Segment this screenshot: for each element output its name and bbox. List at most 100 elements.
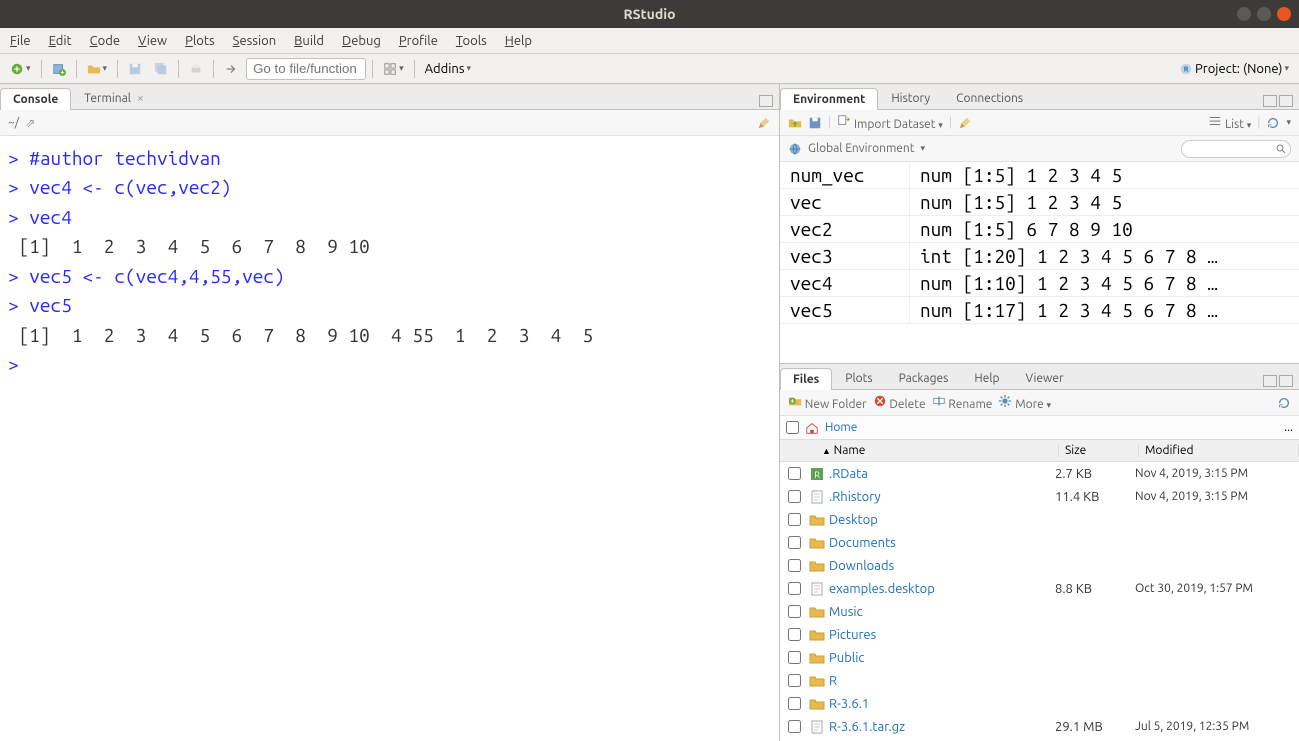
env-search-input[interactable] [1181, 140, 1291, 158]
file-checkbox[interactable] [788, 559, 801, 572]
col-modified[interactable]: Modified [1139, 444, 1299, 457]
tab-connections[interactable]: Connections [943, 87, 1036, 109]
menu-tools[interactable]: Tools [456, 34, 487, 48]
env-row[interactable]: vecnum [1:5] 1 2 3 4 5 [780, 189, 1299, 216]
console-output[interactable]: > #author techvidvan> vec4 <- c(vec,vec2… [0, 136, 779, 741]
save-all-button[interactable] [150, 60, 172, 78]
menu-help[interactable]: Help [505, 34, 532, 48]
file-checkbox[interactable] [788, 513, 801, 526]
env-scope-label[interactable]: Global Environment [808, 142, 915, 155]
broom-icon[interactable] [757, 116, 771, 130]
maximize-button[interactable] [1257, 7, 1271, 21]
addins-button[interactable]: Addins ▾ [421, 60, 475, 78]
import-dataset-button[interactable]: Import Dataset ▾ [837, 114, 943, 131]
menu-profile[interactable]: Profile [399, 34, 438, 48]
pane-maximize-button[interactable] [1279, 375, 1293, 387]
file-checkbox[interactable] [788, 467, 801, 480]
close-icon[interactable]: × [137, 92, 144, 105]
file-name[interactable]: R [829, 674, 1055, 688]
env-row[interactable]: vec2num [1:5] 6 7 8 9 10 [780, 216, 1299, 243]
file-row[interactable]: Desktop [780, 508, 1299, 531]
view-mode-button[interactable]: List ▾ [1208, 114, 1251, 131]
file-name[interactable]: .Rhistory [829, 490, 1055, 504]
tab-help[interactable]: Help [961, 367, 1012, 389]
file-checkbox[interactable] [788, 697, 801, 710]
tab-history[interactable]: History [878, 87, 943, 109]
pane-maximize-button[interactable] [1279, 95, 1293, 107]
pane-minimize-button[interactable] [1263, 95, 1277, 107]
pane-maximize-button[interactable] [759, 95, 773, 107]
select-all-checkbox[interactable] [786, 421, 799, 434]
tab-files[interactable]: Files [780, 368, 832, 390]
goto-button[interactable] [220, 60, 242, 78]
new-project-button[interactable] [48, 60, 70, 78]
file-checkbox[interactable] [788, 605, 801, 618]
goto-file-input[interactable] [246, 58, 366, 80]
file-row[interactable]: R.RData2.7 KBNov 4, 2019, 3:15 PM [780, 462, 1299, 485]
file-checkbox[interactable] [788, 651, 801, 664]
file-name[interactable]: Pictures [829, 628, 1055, 642]
file-row[interactable]: Pictures [780, 623, 1299, 646]
refresh-icon[interactable] [1277, 396, 1291, 410]
file-name[interactable]: Music [829, 605, 1055, 619]
delete-button[interactable]: Delete [873, 394, 926, 411]
file-row[interactable]: R-3.6.1.tar.gz29.1 MBJul 5, 2019, 12:35 … [780, 715, 1299, 738]
file-name[interactable]: R-3.6.1.tar.gz [829, 720, 1055, 734]
file-checkbox[interactable] [788, 490, 801, 503]
broom-icon[interactable] [958, 116, 972, 130]
file-row[interactable]: R [780, 669, 1299, 692]
file-row[interactable]: R-3.6.1 [780, 692, 1299, 715]
env-row[interactable]: vec4num [1:10] 1 2 3 4 5 6 7 8 … [780, 270, 1299, 297]
env-row[interactable]: vec5num [1:17] 1 2 3 4 5 6 7 8 … [780, 297, 1299, 324]
file-row[interactable]: Documents [780, 531, 1299, 554]
tab-plots[interactable]: Plots [832, 367, 885, 389]
file-checkbox[interactable] [788, 628, 801, 641]
tab-viewer[interactable]: Viewer [1012, 367, 1076, 389]
path-expand-icon[interactable]: ⇗ [25, 116, 35, 130]
menu-plots[interactable]: Plots [185, 34, 215, 48]
file-name[interactable]: Downloads [829, 559, 1055, 573]
env-row[interactable]: vec3int [1:20] 1 2 3 4 5 6 7 8 … [780, 243, 1299, 270]
file-name[interactable]: Desktop [829, 513, 1055, 527]
tab-packages[interactable]: Packages [886, 367, 962, 389]
file-name[interactable]: examples.desktop [829, 582, 1055, 596]
file-name[interactable]: .RData [829, 467, 1055, 481]
file-row[interactable]: Public [780, 646, 1299, 669]
save-workspace-icon[interactable] [808, 116, 822, 130]
file-checkbox[interactable] [788, 720, 801, 733]
new-file-button[interactable]: ▾ [6, 60, 35, 78]
save-button[interactable] [124, 60, 146, 78]
more-button[interactable]: More ▾ [998, 394, 1051, 411]
rename-button[interactable]: Rename [932, 394, 993, 411]
load-workspace-icon[interactable] [788, 116, 802, 130]
col-name[interactable]: Name [834, 444, 866, 457]
file-checkbox[interactable] [788, 536, 801, 549]
tab-environment[interactable]: Environment [780, 88, 878, 110]
file-row[interactable]: examples.desktop8.8 KBOct 30, 2019, 1:57… [780, 577, 1299, 600]
menu-build[interactable]: Build [294, 34, 324, 48]
menu-debug[interactable]: Debug [342, 34, 381, 48]
env-row[interactable]: num_vecnum [1:5] 1 2 3 4 5 [780, 162, 1299, 189]
print-button[interactable] [185, 60, 207, 78]
file-row[interactable]: .Rhistory11.4 KBNov 4, 2019, 3:15 PM [780, 485, 1299, 508]
menu-file[interactable]: File [10, 34, 31, 48]
open-file-button[interactable]: ▾ [83, 60, 112, 78]
file-row[interactable]: Downloads [780, 554, 1299, 577]
menu-code[interactable]: Code [90, 34, 120, 48]
tab-console[interactable]: Console [0, 88, 71, 110]
home-icon[interactable] [805, 421, 819, 435]
file-checkbox[interactable] [788, 582, 801, 595]
pane-minimize-button[interactable] [1263, 375, 1277, 387]
file-row[interactable]: Music [780, 600, 1299, 623]
minimize-button[interactable] [1237, 7, 1251, 21]
file-name[interactable]: Documents [829, 536, 1055, 550]
file-name[interactable]: R-3.6.1 [829, 697, 1055, 711]
menu-session[interactable]: Session [233, 34, 276, 48]
more-path-button[interactable]: ... [1284, 421, 1293, 434]
new-folder-button[interactable]: New Folder [788, 394, 867, 411]
file-name[interactable]: Public [829, 651, 1055, 665]
col-size[interactable]: Size [1059, 444, 1139, 457]
tab-terminal[interactable]: Terminal× [71, 87, 157, 109]
project-menu[interactable]: R Project: (None) ▾ [1175, 60, 1293, 78]
close-button[interactable] [1277, 7, 1291, 21]
